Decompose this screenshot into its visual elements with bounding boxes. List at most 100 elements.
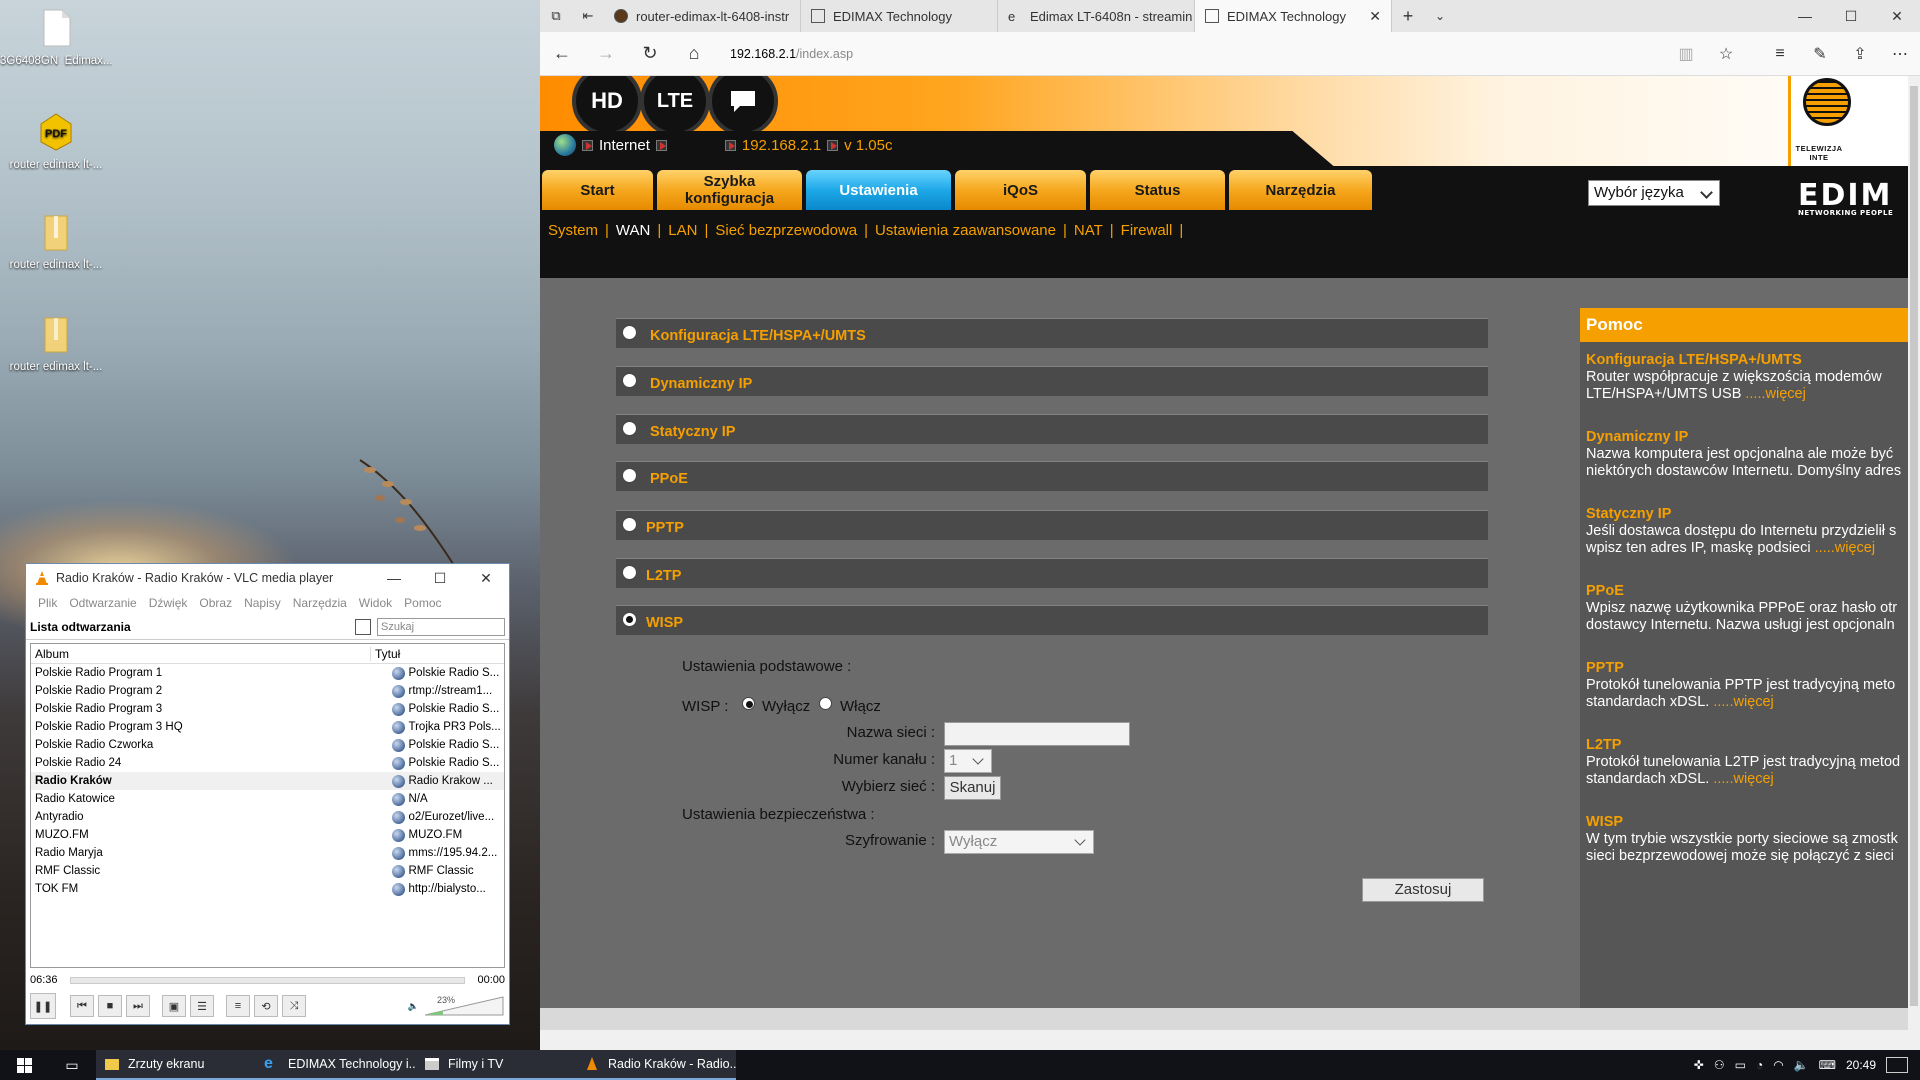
task-view-icon[interactable]: ▭ bbox=[48, 1057, 96, 1074]
menu-napisy[interactable]: Napisy bbox=[238, 596, 287, 610]
option-static[interactable]: Statyczny IP bbox=[616, 414, 1488, 444]
playlist-row[interactable]: TOK FM http://bialysto... bbox=[31, 880, 504, 898]
volume-control[interactable]: 🔈 23% bbox=[408, 995, 505, 1017]
hub-icon[interactable]: ≡ bbox=[1760, 45, 1800, 63]
nav-iqos[interactable]: iQoS bbox=[955, 170, 1086, 210]
minimize-button[interactable]: — bbox=[371, 570, 417, 586]
desktop-icon-folder[interactable]: router edimax lt-... bbox=[0, 314, 112, 373]
maximize-button[interactable]: ☐ bbox=[1828, 8, 1874, 25]
nav-quick-setup[interactable]: Szybka konfiguracja bbox=[657, 170, 802, 210]
tab-menu-chevron-icon[interactable]: ⌄ bbox=[1424, 9, 1456, 23]
set-aside-tabs-icon[interactable]: ⇤ bbox=[572, 0, 604, 32]
playlist-row[interactable]: Radio Kraków Radio Krakow ... bbox=[31, 772, 504, 790]
share-icon[interactable]: ⇪ bbox=[1840, 44, 1880, 64]
radio-static[interactable] bbox=[622, 421, 637, 436]
taskbar-item-explorer[interactable]: Zrzuty ekranu bbox=[96, 1050, 256, 1080]
option-pptp[interactable]: PPTP bbox=[616, 510, 1488, 540]
playlist-row[interactable]: Antyradio o2/Eurozet/live... bbox=[31, 808, 504, 826]
option-ppoe[interactable]: PPoE bbox=[616, 461, 1488, 491]
subnav-wan[interactable]: WAN bbox=[616, 222, 650, 239]
menu-odtwarzanie[interactable]: Odtwarzanie bbox=[63, 596, 142, 610]
shuffle-button[interactable]: ⤨ bbox=[282, 995, 306, 1017]
subnav-nat[interactable]: NAT bbox=[1074, 222, 1103, 239]
maximize-button[interactable]: ☐ bbox=[417, 570, 463, 587]
menu-obraz[interactable]: Obraz bbox=[193, 596, 238, 610]
tab-preview-icon[interactable]: ⧉ bbox=[540, 0, 572, 32]
notification-icon[interactable] bbox=[1886, 1057, 1908, 1073]
refresh-icon[interactable]: ↻ bbox=[628, 43, 672, 64]
next-button[interactable]: ⏭ bbox=[126, 995, 150, 1017]
reading-view-icon[interactable]: ▥ bbox=[1666, 44, 1706, 64]
playlist-row[interactable]: RMF Classic RMF Classic bbox=[31, 862, 504, 880]
tab-3[interactable]: e Edimax LT-6408n - streamin bbox=[998, 0, 1195, 32]
clock[interactable]: 20:49 bbox=[1846, 1058, 1876, 1072]
subnav-system[interactable]: System bbox=[548, 222, 598, 239]
column-album[interactable]: Album bbox=[31, 646, 371, 661]
taskbar-item-movies[interactable]: Filmy i TV bbox=[416, 1050, 576, 1080]
favorite-star-icon[interactable]: ☆ bbox=[1706, 44, 1746, 64]
volume-icon[interactable]: 🔈 bbox=[1794, 1058, 1809, 1072]
web-note-icon[interactable]: ✎ bbox=[1800, 44, 1840, 64]
menu-dzwiek[interactable]: Dźwięk bbox=[143, 596, 194, 610]
playlist-row[interactable]: Polskie Radio Program 3 HQ Trojka PR3 Pol… bbox=[31, 718, 504, 736]
option-l2tp[interactable]: L2TP bbox=[616, 558, 1488, 588]
vlc-titlebar[interactable]: Radio Kraków - Radio Kraków - VLC media … bbox=[26, 564, 509, 592]
wisp-on-radio[interactable] bbox=[819, 697, 832, 710]
nav-start[interactable]: Start bbox=[542, 170, 653, 210]
language-select[interactable]: Wybór języka bbox=[1588, 180, 1720, 206]
scan-button[interactable]: Skanuj bbox=[944, 776, 1001, 800]
help-more-link[interactable]: .....więcej bbox=[1745, 386, 1805, 402]
seek-slider[interactable] bbox=[69, 976, 466, 984]
channel-select[interactable]: 1 bbox=[944, 749, 992, 773]
fullscreen-button[interactable]: ▣ bbox=[162, 995, 186, 1017]
ssid-input[interactable] bbox=[944, 722, 1130, 746]
subnav-firewall[interactable]: Firewall bbox=[1121, 222, 1173, 239]
help-more-link[interactable]: .....więcej bbox=[1815, 540, 1875, 556]
radio-lte[interactable] bbox=[622, 325, 637, 340]
loop-button[interactable]: ⟲ bbox=[254, 995, 278, 1017]
playlist-row[interactable]: Radio Katowice N/A bbox=[31, 790, 504, 808]
subnav-advanced[interactable]: Ustawienia zaawansowane bbox=[875, 222, 1056, 239]
option-dhcp[interactable]: Dynamiczny IP bbox=[616, 366, 1488, 396]
stop-button[interactable]: ■ bbox=[98, 995, 122, 1017]
radio-pptp[interactable] bbox=[622, 517, 637, 532]
previous-button[interactable]: ⏮ bbox=[70, 995, 94, 1017]
option-wisp[interactable]: WISP bbox=[616, 605, 1488, 635]
volume-slider[interactable]: 23% bbox=[424, 995, 505, 1017]
close-button[interactable]: ✕ bbox=[463, 570, 509, 587]
desktop-icon-zip[interactable]: router edimax lt-... bbox=[0, 212, 112, 271]
horizontal-scrollbar[interactable] bbox=[540, 1030, 1920, 1050]
people-icon[interactable]: ⚇ bbox=[1714, 1058, 1725, 1072]
wisp-off-radio[interactable] bbox=[742, 697, 755, 710]
nav-status[interactable]: Status bbox=[1090, 170, 1225, 210]
menu-narzedzia[interactable]: Narzędzia bbox=[287, 596, 353, 610]
desktop-icon-pdf[interactable]: PDF router edimax lt-... bbox=[0, 112, 112, 171]
nav-tools[interactable]: Narzędzia bbox=[1229, 170, 1372, 210]
home-icon[interactable]: ⌂ bbox=[672, 43, 716, 64]
playlist-row[interactable]: MUZO.FM MUZO.FM bbox=[31, 826, 504, 844]
help-more-link[interactable]: .....więcej bbox=[1713, 771, 1773, 787]
taskbar-item-edge[interactable]: e EDIMAX Technology i... bbox=[256, 1050, 416, 1080]
menu-widok[interactable]: Widok bbox=[353, 596, 398, 610]
playlist-row[interactable]: Polskie Radio Program 1 Polskie Radio S..… bbox=[31, 664, 504, 682]
playlist-search-input[interactable]: Szukaj bbox=[377, 617, 505, 636]
playlist-row[interactable]: Polskie Radio Program 3 Polskie Radio S..… bbox=[31, 700, 504, 718]
scroll-thumb[interactable] bbox=[1910, 86, 1918, 1006]
battery-icon[interactable]: ▭ bbox=[1735, 1058, 1746, 1072]
tab-1[interactable]: router-edimax-lt-6408-instr bbox=[604, 0, 801, 32]
vertical-scrollbar[interactable] bbox=[1908, 76, 1920, 1030]
apply-button[interactable]: Zastosuj bbox=[1362, 878, 1484, 902]
radio-ppoe[interactable] bbox=[622, 468, 637, 483]
nav-settings[interactable]: Ustawienia bbox=[806, 170, 951, 210]
close-button[interactable]: ✕ bbox=[1874, 8, 1920, 25]
extended-settings-button[interactable]: ☰ bbox=[190, 995, 214, 1017]
wifi-icon[interactable]: ◠ bbox=[1773, 1058, 1783, 1072]
option-lte[interactable]: Konfiguracja LTE/HSPA+/UMTS bbox=[616, 318, 1488, 348]
radio-wisp[interactable] bbox=[622, 612, 637, 627]
network-icon[interactable]: ◔ bbox=[1756, 1058, 1763, 1072]
menu-plik[interactable]: Plik bbox=[32, 596, 63, 610]
menu-pomoc[interactable]: Pomoc bbox=[398, 596, 447, 610]
pause-button[interactable]: ❚❚ bbox=[30, 993, 56, 1019]
playlist-row[interactable]: Polskie Radio 24 Polskie Radio S... bbox=[31, 754, 504, 772]
new-tab-button[interactable]: + bbox=[1392, 6, 1424, 27]
